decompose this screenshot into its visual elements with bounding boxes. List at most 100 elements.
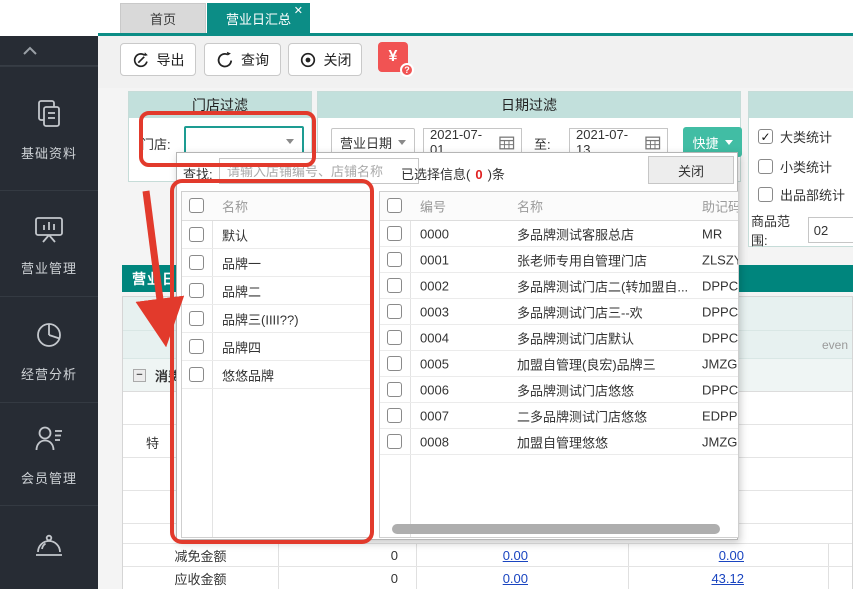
store-row[interactable]: 0003多品牌测试门店三--欢DPPCS xyxy=(380,299,738,325)
brand-row[interactable]: 品牌四 xyxy=(182,333,372,361)
checkbox-unchecked[interactable] xyxy=(758,159,773,174)
row-checkbox[interactable] xyxy=(387,226,402,241)
store-code: 0006 xyxy=(420,382,449,397)
store-code: 0008 xyxy=(420,434,449,449)
brand-row[interactable]: 默认 xyxy=(182,221,372,249)
checkbox-label: 大类统计 xyxy=(780,127,832,146)
sidebar-item-label: 基础资料 xyxy=(21,143,77,162)
store-row[interactable]: 0004多品牌测试门店默认DPPCS xyxy=(380,325,738,351)
row-checkbox[interactable] xyxy=(387,304,402,319)
brand-list: 名称 默认 品牌一 品牌二 品牌三(IIII??) 品牌四 悠悠品牌 xyxy=(181,191,373,538)
store-label: 门店: xyxy=(141,134,171,153)
sidebar: 基础资料 营业管理 经营分析 会员管理 xyxy=(0,36,98,589)
checkbox-row-minor-category[interactable]: 小类统计 xyxy=(758,157,832,176)
search-label: 查找: xyxy=(183,164,213,183)
checkbox-row-production-dept[interactable]: 出品部统计 xyxy=(758,185,845,204)
header-fragment: even xyxy=(822,338,848,352)
check-icon: ✓ xyxy=(760,131,770,143)
close-button[interactable]: 关闭 xyxy=(288,43,362,76)
store-code: 0001 xyxy=(420,252,449,267)
checkbox-row-major-category[interactable]: ✓ 大类统计 xyxy=(758,127,832,146)
checkbox-unchecked[interactable] xyxy=(758,187,773,202)
row-checkbox[interactable] xyxy=(387,434,402,449)
column-header-name: 名称 xyxy=(222,197,248,216)
row-checkbox[interactable] xyxy=(387,382,402,397)
store-row[interactable]: 0007二多品牌测试门店悠悠EDPPC xyxy=(380,403,738,429)
sidebar-item-label: 会员管理 xyxy=(21,468,77,487)
table-row-receivable: 应收金额 0 0.00 43.12 xyxy=(123,567,852,589)
chevron-down-icon xyxy=(398,140,406,145)
amount-link[interactable]: 0.00 xyxy=(503,548,528,563)
amount-link[interactable]: 0.00 xyxy=(719,548,744,563)
brand-name: 默认 xyxy=(222,225,248,244)
brand-row[interactable]: 品牌一 xyxy=(182,249,372,277)
row-checkbox[interactable] xyxy=(387,408,402,423)
store-row[interactable]: 0002多品牌测试门店二(转加盟自...DPPCS xyxy=(380,273,738,299)
tab-bar: 首页 营业日汇总 ✕ xyxy=(0,0,853,33)
brand-row[interactable]: 品牌二 xyxy=(182,277,372,305)
member-icon xyxy=(31,421,67,457)
calendar-icon[interactable] xyxy=(499,135,515,150)
store-name: 多品牌测试门店悠悠 xyxy=(517,380,634,399)
sidebar-item-base-data[interactable]: 基础资料 xyxy=(0,66,98,190)
close-label: 关闭 xyxy=(324,50,352,70)
row-checkbox[interactable] xyxy=(387,356,402,371)
query-button[interactable]: 查询 xyxy=(204,43,281,76)
row-checkbox[interactable] xyxy=(189,227,204,242)
row-checkbox[interactable] xyxy=(189,255,204,270)
tab-daily-summary[interactable]: 营业日汇总 ✕ xyxy=(207,3,310,33)
row-checkbox[interactable] xyxy=(387,278,402,293)
tab-home[interactable]: 首页 xyxy=(120,3,206,33)
store-row[interactable]: 0005加盟自管理(良宏)品牌三JMZGL xyxy=(380,351,738,377)
search-input[interactable] xyxy=(219,158,419,184)
select-all-checkbox[interactable] xyxy=(189,198,204,213)
select-all-checkbox[interactable] xyxy=(387,198,402,213)
row-checkbox[interactable] xyxy=(189,367,204,382)
quick-label: 快捷 xyxy=(692,133,718,152)
fee-badge-button[interactable]: ¥ ? xyxy=(378,42,408,72)
amount-link[interactable]: 43.12 xyxy=(711,571,744,586)
row-checkbox[interactable] xyxy=(189,339,204,354)
brand-row[interactable]: 品牌三(IIII??) xyxy=(182,305,372,333)
collapse-minus-icon[interactable]: − xyxy=(133,369,146,382)
sidebar-item-analysis[interactable]: 经营分析 xyxy=(0,296,98,402)
sidebar-item-service[interactable] xyxy=(0,505,98,589)
store-code: 0004 xyxy=(420,330,449,345)
presentation-chart-icon xyxy=(31,211,67,247)
sidebar-item-business-mgmt[interactable]: 营业管理 xyxy=(0,190,98,296)
popup-close-button[interactable]: 关闭 xyxy=(648,156,734,184)
brand-row[interactable]: 悠悠品牌 xyxy=(182,361,372,389)
goods-range-row: 商品范围: 02 xyxy=(751,211,853,249)
export-button[interactable]: 导出 xyxy=(120,43,196,76)
store-list: 编号 名称 助记码 0000多品牌测试客服总店MR 0001张老师专用自管理门店… xyxy=(379,191,739,538)
tab-label: 营业日汇总 xyxy=(226,9,291,28)
sidebar-item-members[interactable]: 会员管理 xyxy=(0,402,98,505)
row-checkbox[interactable] xyxy=(189,283,204,298)
row-checkbox[interactable] xyxy=(387,252,402,267)
store-row[interactable]: 0001张老师专用自管理门店ZLSZY xyxy=(380,247,738,273)
query-label: 查询 xyxy=(241,50,269,70)
store-name: 多品牌测试门店二(转加盟自... xyxy=(517,276,688,295)
horizontal-scrollbar-thumb[interactable] xyxy=(392,524,720,534)
store-name: 二多品牌测试门店悠悠 xyxy=(517,406,647,425)
tab-close-icon[interactable]: ✕ xyxy=(294,5,303,17)
row-checkbox[interactable] xyxy=(387,330,402,345)
calendar-icon[interactable] xyxy=(645,135,661,150)
store-code: 0000 xyxy=(420,226,449,241)
store-mnemonic: DPPCS xyxy=(702,330,739,345)
checkbox-checked[interactable]: ✓ xyxy=(758,129,773,144)
selected-info-prefix: 已选择信息( xyxy=(401,167,470,182)
sidebar-collapse-button[interactable] xyxy=(0,36,98,66)
chevron-down-icon xyxy=(725,140,733,145)
row-checkbox[interactable] xyxy=(189,311,204,326)
store-row[interactable]: 0008加盟自管理悠悠JMZGL xyxy=(380,429,738,455)
export-icon xyxy=(132,51,150,69)
store-row[interactable]: 0000多品牌测试客服总店MR xyxy=(380,221,738,247)
goods-range-input[interactable]: 02 xyxy=(808,217,853,243)
chevron-up-icon xyxy=(22,46,38,56)
store-row[interactable]: 0006多品牌测试门店悠悠DPPCS xyxy=(380,377,738,403)
export-label: 导出 xyxy=(157,50,185,70)
amount-link[interactable]: 0.00 xyxy=(503,571,528,586)
record-circle-icon xyxy=(299,51,317,69)
stats-panel-header xyxy=(749,92,853,118)
